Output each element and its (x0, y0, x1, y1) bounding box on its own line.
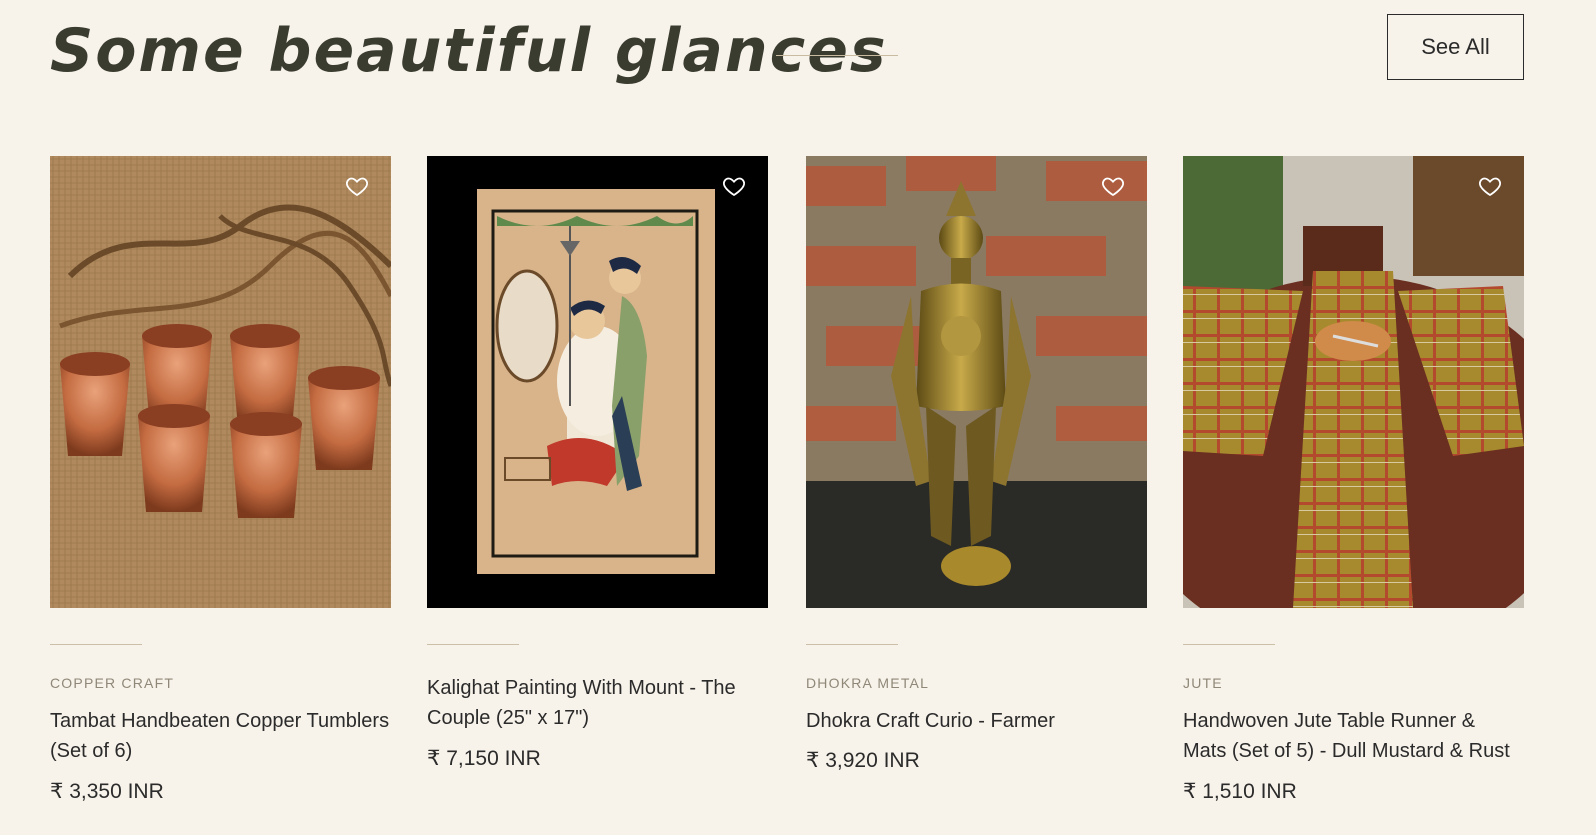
card-divider (1183, 644, 1275, 645)
product-image[interactable] (806, 156, 1147, 608)
wishlist-heart-icon[interactable] (1101, 174, 1125, 198)
product-image[interactable] (1183, 156, 1524, 608)
product-name[interactable]: Handwoven Jute Table Runner & Mats (Set … (1183, 706, 1523, 766)
wishlist-heart-icon[interactable] (345, 174, 369, 198)
product-name[interactable]: Tambat Handbeaten Copper Tumblers (Set o… (50, 706, 390, 766)
wishlist-heart-icon[interactable] (722, 174, 746, 198)
product-image[interactable] (427, 156, 768, 608)
jute-table-runner-image (1183, 156, 1524, 608)
product-price: ₹ 3,920 INR (806, 749, 920, 772)
kalighat-painting-image (427, 156, 768, 608)
product-price: ₹ 7,150 INR (427, 747, 541, 770)
product-name[interactable]: Dhokra Craft Curio - Farmer (806, 706, 1146, 736)
section-title: Some beautiful glances (50, 16, 888, 86)
product-category: COPPER CRAFT (50, 675, 175, 691)
wishlist-heart-icon[interactable] (1478, 174, 1502, 198)
product-price: ₹ 1,510 INR (1183, 780, 1297, 803)
product-price: ₹ 3,350 INR (50, 780, 164, 803)
product-card[interactable]: Kalighat Painting With Mount - The Coupl… (427, 156, 768, 770)
product-category: DHOKRA METAL (806, 675, 930, 691)
product-image[interactable] (50, 156, 391, 608)
dhokra-farmer-image (806, 156, 1147, 608)
product-name[interactable]: Kalighat Painting With Mount - The Coupl… (427, 673, 767, 733)
card-divider (806, 644, 898, 645)
copper-tumblers-image (50, 156, 391, 608)
card-divider (427, 644, 519, 645)
card-divider (50, 644, 142, 645)
product-category: JUTE (1183, 675, 1223, 691)
title-divider (776, 55, 898, 56)
see-all-button[interactable]: See All (1387, 14, 1524, 80)
section-header: Some beautiful glances See All (50, 14, 1546, 94)
product-card[interactable]: DHOKRA METAL Dhokra Craft Curio - Farmer… (806, 156, 1147, 772)
product-card[interactable]: COPPER CRAFT Tambat Handbeaten Copper Tu… (50, 156, 391, 803)
product-card[interactable]: JUTE Handwoven Jute Table Runner & Mats … (1183, 156, 1524, 803)
